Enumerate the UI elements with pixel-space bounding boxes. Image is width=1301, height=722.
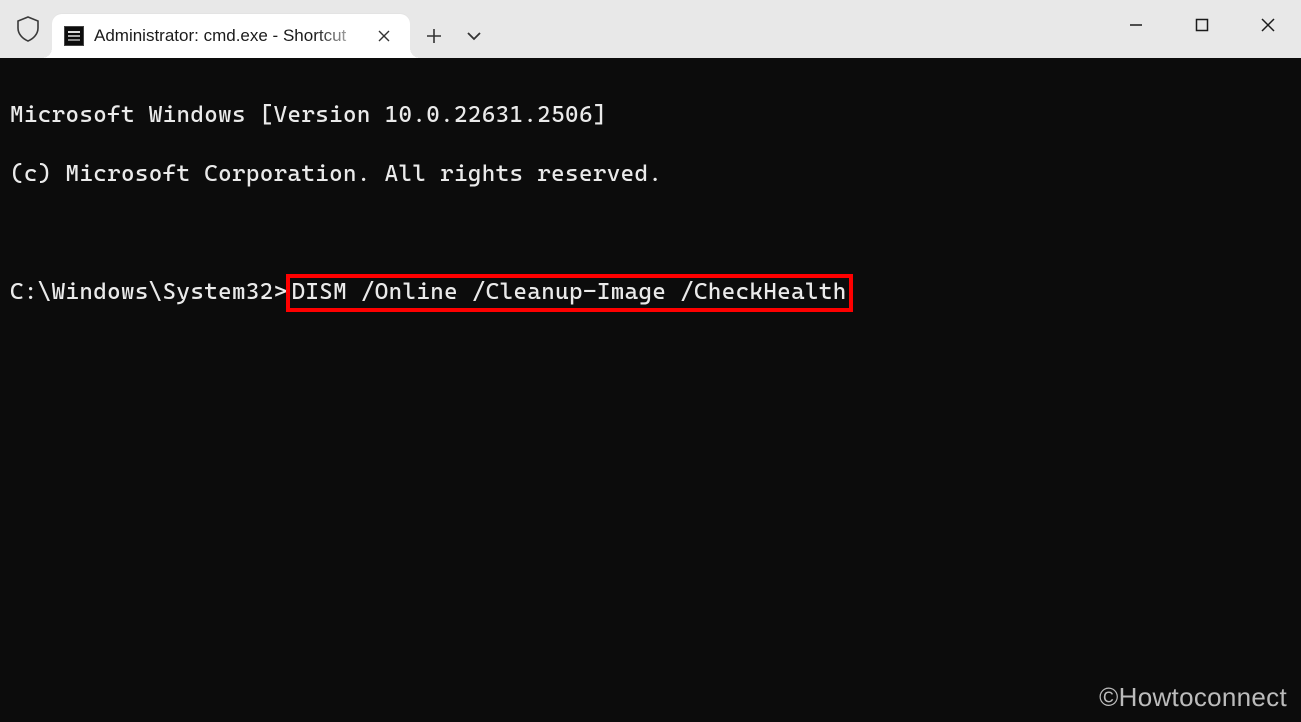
- terminal-icon: [64, 26, 84, 46]
- terminal-prompt: C:\Windows\System32>: [10, 279, 288, 305]
- terminal-output-line: Microsoft Windows [Version 10.0.22631.25…: [10, 101, 1291, 130]
- terminal-output-line: (c) Microsoft Corporation. All rights re…: [10, 160, 1291, 189]
- window-controls: [1103, 0, 1301, 50]
- minimize-button[interactable]: [1103, 0, 1169, 50]
- tab-cmd[interactable]: Administrator: cmd.exe - Shortcut: [52, 14, 410, 58]
- terminal-area[interactable]: Microsoft Windows [Version 10.0.22631.25…: [0, 58, 1301, 722]
- terminal-prompt-line: C:\Windows\System32>DISM /Online /Cleanu…: [10, 278, 1291, 307]
- terminal-blank-line: [10, 219, 1291, 248]
- watermark-text: ©Howtoconnect: [1099, 681, 1287, 714]
- close-window-button[interactable]: [1235, 0, 1301, 50]
- terminal-command: DISM /Online /Cleanup-Image /CheckHealth: [292, 279, 847, 305]
- new-tab-button[interactable]: [414, 16, 454, 56]
- tab-dropdown-button[interactable]: [454, 16, 494, 56]
- shield-icon: [8, 4, 48, 54]
- highlighted-command: DISM /Online /Cleanup-Image /CheckHealth: [286, 274, 853, 311]
- window-titlebar: Administrator: cmd.exe - Shortcut: [0, 0, 1301, 58]
- maximize-button[interactable]: [1169, 0, 1235, 50]
- close-tab-button[interactable]: [370, 22, 398, 50]
- tab-title: Administrator: cmd.exe - Shortcut: [94, 26, 370, 46]
